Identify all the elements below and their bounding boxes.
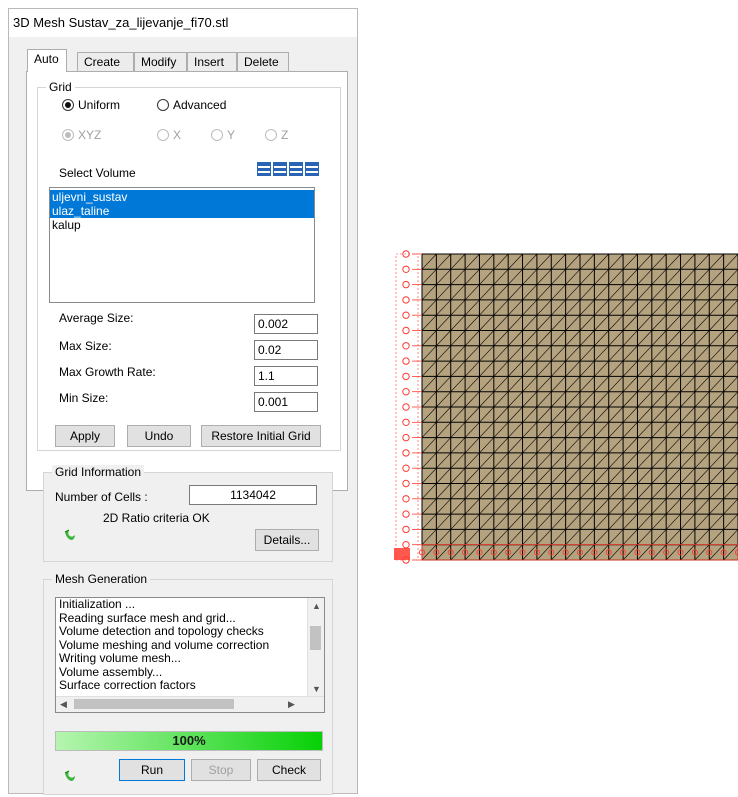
- mesh-dialog: 3D Mesh Sustav_za_lijevanje_fi70.stl Aut…: [8, 8, 358, 795]
- y-radio[interactable]: Y: [211, 128, 235, 142]
- log-line: Volume assembly...: [59, 664, 163, 679]
- average-size-input[interactable]: 0.002: [254, 314, 318, 334]
- mesh-log[interactable]: Initialization ... Reading surface mesh …: [55, 597, 325, 713]
- number-of-cells-label: Number of Cells :: [55, 490, 148, 504]
- radio-unchecked-icon: [157, 99, 169, 111]
- check-ok-icon: [64, 770, 75, 781]
- tab-delete[interactable]: Delete: [237, 52, 289, 71]
- node-label-marker: [402, 418, 410, 427]
- node-label-marker: [402, 495, 410, 503]
- window-title: 3D Mesh Sustav_za_lijevanje_fi70.stl: [9, 9, 357, 37]
- apply-button[interactable]: Apply: [55, 425, 115, 447]
- mesh-generation-legend: Mesh Generation: [52, 572, 151, 586]
- min-size-label: Min Size:: [59, 391, 109, 405]
- x-radio[interactable]: X: [157, 128, 181, 142]
- compact-view-icon[interactable]: [289, 162, 303, 176]
- tab-insert[interactable]: Insert: [187, 52, 237, 71]
- average-size-label: Average Size:: [59, 311, 134, 325]
- node-label-marker: [402, 265, 410, 273]
- log-line: Volume detection and topology checks: [59, 624, 264, 638]
- log-line: Reading surface mesh and grid...: [59, 610, 236, 625]
- volume-item[interactable]: ulaz_taline: [50, 204, 314, 218]
- max-growth-rate-input[interactable]: 1.1: [254, 366, 318, 386]
- number-of-cells-value: 1134042: [189, 485, 317, 505]
- volume-listbox[interactable]: uljevni_sustav ulaz_taline kalup: [49, 187, 315, 303]
- node-label-marker: [402, 541, 410, 549]
- max-growth-rate-label: Max Growth Rate:: [59, 365, 156, 379]
- max-size-label: Max Size:: [59, 339, 112, 353]
- node-label-marker: [402, 449, 410, 457]
- details-button[interactable]: Details...: [255, 529, 319, 551]
- restore-initial-grid-button[interactable]: Restore Initial Grid: [201, 425, 321, 447]
- check-button[interactable]: Check: [257, 759, 321, 781]
- grid-legend: Grid: [46, 80, 75, 94]
- radio-unchecked-icon: [265, 129, 277, 141]
- mesh-progress-bar: 100%: [55, 731, 323, 751]
- undo-button[interactable]: Undo: [127, 425, 191, 447]
- uniform-label: Uniform: [78, 98, 121, 112]
- node-label-marker: [402, 510, 410, 518]
- radio-unchecked-icon: [211, 129, 223, 141]
- y-label: Y: [227, 128, 236, 142]
- stop-button[interactable]: Stop: [191, 759, 251, 781]
- x-label: X: [173, 128, 182, 142]
- log-line: Surface correction factors: [59, 678, 196, 692]
- max-size-input[interactable]: 0.02: [254, 340, 318, 360]
- tab-create[interactable]: Create: [77, 52, 134, 71]
- check-ok-icon: [64, 529, 75, 540]
- xyz-label: XYZ: [78, 128, 102, 142]
- ratio-status-text: 2D Ratio criteria OK: [103, 511, 210, 525]
- node-label-marker: [402, 525, 410, 534]
- node-label-marker: [402, 372, 410, 381]
- node-label-marker: [402, 357, 410, 365]
- volume-item[interactable]: kalup: [50, 218, 314, 232]
- node-label-marker: [402, 342, 410, 350]
- log-line: Initialization ...: [59, 597, 136, 611]
- list-view-icon[interactable]: [257, 162, 271, 176]
- radio-unchecked-icon: [157, 129, 169, 141]
- z-radio[interactable]: Z: [265, 128, 288, 142]
- log-vertical-thumb[interactable]: [310, 626, 321, 650]
- scroll-left-icon[interactable]: ◀: [60, 699, 67, 710]
- node-label-marker: [402, 311, 410, 319]
- node-label-marker: [402, 388, 410, 396]
- grid-view-icon[interactable]: [305, 162, 319, 176]
- min-size-input[interactable]: 0.001: [254, 392, 318, 412]
- xyz-radio[interactable]: XYZ: [62, 128, 101, 142]
- log-line: Writing volume mesh...: [59, 651, 181, 665]
- node-label-marker: [402, 326, 410, 335]
- advanced-radio[interactable]: Advanced: [157, 98, 226, 112]
- tab-auto[interactable]: Auto: [27, 49, 67, 72]
- grid-information-legend: Grid Information: [52, 465, 145, 479]
- volume-item[interactable]: uljevni_sustav: [50, 190, 314, 204]
- scroll-down-icon[interactable]: ▼: [312, 684, 321, 694]
- scroll-up-icon[interactable]: ▲: [312, 601, 321, 611]
- node-label-marker: [402, 296, 410, 304]
- uniform-radio[interactable]: Uniform: [62, 98, 120, 112]
- detail-view-icon[interactable]: [273, 162, 287, 176]
- advanced-label: Advanced: [173, 98, 227, 112]
- tab-modify[interactable]: Modify: [134, 52, 187, 71]
- z-label: Z: [281, 128, 289, 142]
- log-vertical-scrollbar[interactable]: ▲ ▼: [307, 598, 324, 698]
- mesh-view[interactable]: [392, 248, 738, 566]
- volume-view-icons: [257, 162, 321, 176]
- run-button[interactable]: Run: [119, 759, 185, 781]
- progress-percent-text: 100%: [172, 733, 206, 748]
- log-line: Volume meshing and volume correction: [59, 637, 270, 652]
- select-volume-label: Select Volume: [59, 166, 136, 180]
- node-label-marker: [402, 464, 410, 472]
- scroll-right-icon[interactable]: ▶: [288, 699, 295, 710]
- node-label-marker: [402, 479, 410, 488]
- node-label-marker: [402, 280, 410, 289]
- mesh-canvas[interactable]: [392, 248, 738, 566]
- radio-checked-icon: [62, 99, 74, 111]
- node-label-marker: [402, 403, 410, 411]
- log-horizontal-scrollbar[interactable]: ◀ ▶: [56, 696, 324, 712]
- radio-checked-icon: [62, 129, 74, 141]
- log-horizontal-thumb[interactable]: [74, 699, 234, 709]
- origin-marker: [394, 548, 410, 560]
- node-label-marker: [402, 433, 410, 442]
